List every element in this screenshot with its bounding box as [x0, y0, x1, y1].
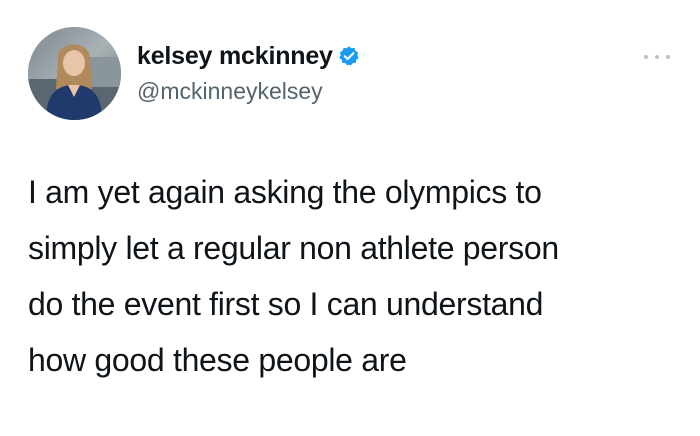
tweet-text-line: do the event first so I can understand — [28, 286, 544, 322]
tweet-card: kelsey mckinney @mckinneykelsey I am yet… — [0, 0, 700, 436]
display-name[interactable]: kelsey mckinney — [137, 42, 333, 71]
more-dot — [644, 55, 648, 59]
more-dot — [655, 55, 659, 59]
tweet-text-line: how good these people are — [28, 342, 407, 378]
tweet-text: I am yet again asking the olympics to si… — [28, 164, 678, 388]
tweet-text-line: simply let a regular non athlete person — [28, 230, 559, 266]
tweet-text-line: I am yet again asking the olympics to — [28, 174, 542, 210]
avatar[interactable] — [28, 27, 121, 120]
user-handle[interactable]: @mckinneykelsey — [137, 78, 323, 105]
author-name-row: kelsey mckinney — [137, 40, 360, 72]
verified-badge-icon — [338, 45, 360, 67]
more-dot — [666, 55, 670, 59]
more-horizontal-icon[interactable] — [644, 52, 670, 62]
